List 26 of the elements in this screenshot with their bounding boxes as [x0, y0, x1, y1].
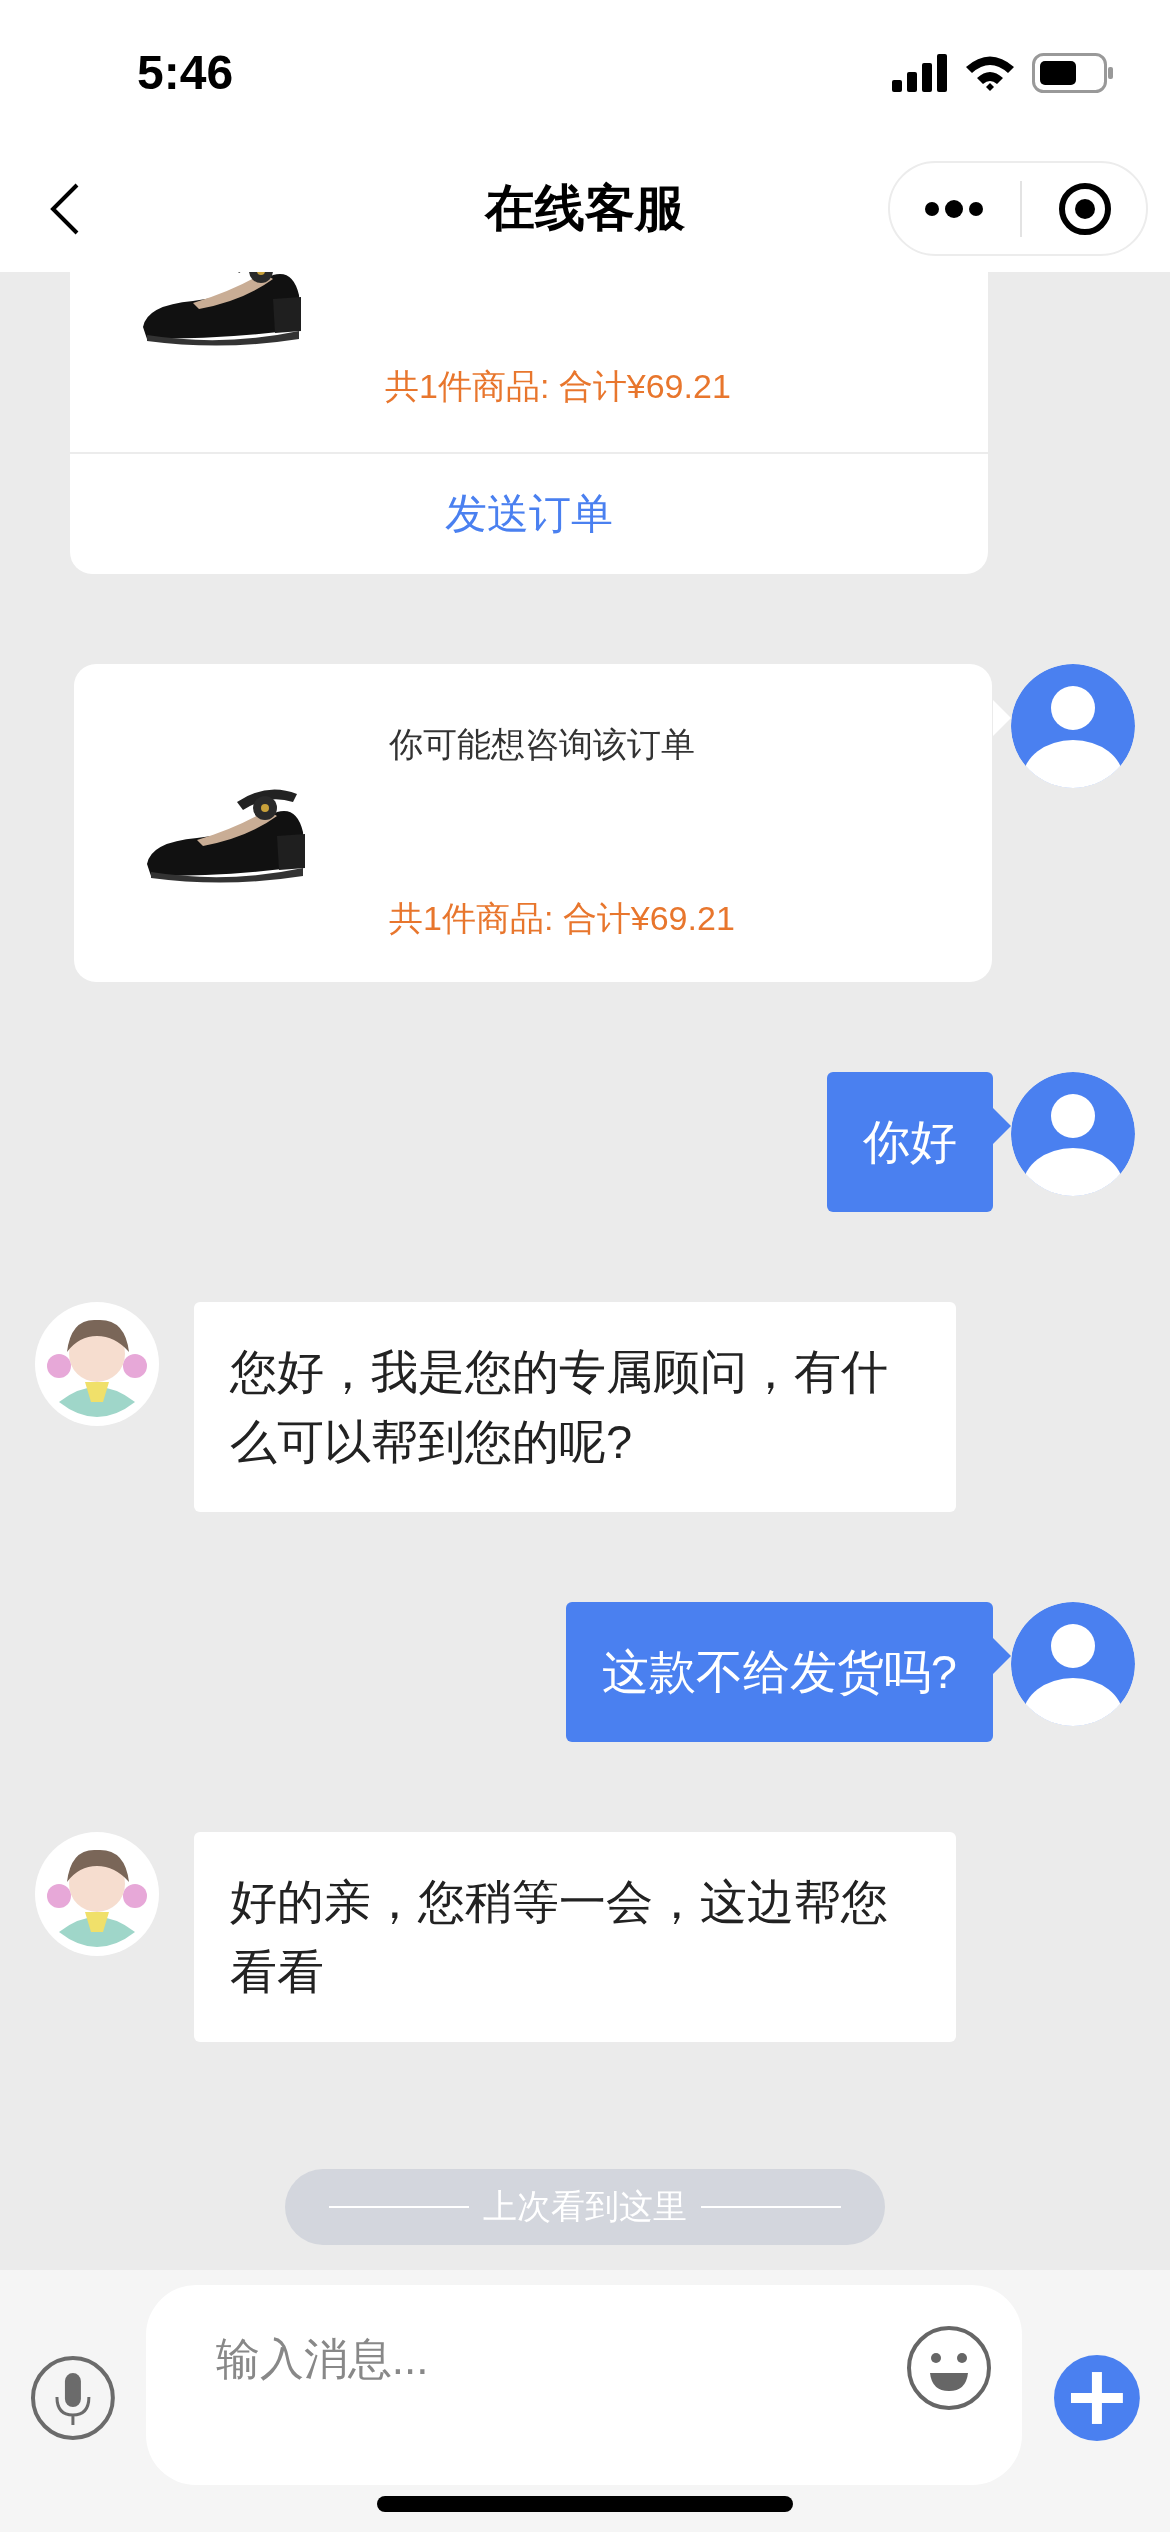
back-icon[interactable]: [50, 182, 80, 235]
avatar-icon[interactable]: [1011, 1072, 1135, 1196]
avatar-icon[interactable]: [1011, 664, 1135, 788]
add-icon[interactable]: [1054, 2355, 1140, 2441]
more-icon[interactable]: [924, 198, 984, 219]
bubble-tail: [993, 1108, 1011, 1144]
send-order-button[interactable]: 发送订单: [70, 452, 988, 574]
message-bubble: 这款不给发货吗?: [565, 1602, 993, 1742]
message-bubble: 您好，我是您的专属顾问，有什么可以帮到您的呢?: [194, 1302, 956, 1512]
avatar-icon[interactable]: [1011, 1602, 1135, 1726]
order-total: 共1件商品: 合计¥69.21: [389, 898, 736, 939]
target-icon[interactable]: [1058, 181, 1112, 236]
emoji-icon[interactable]: [906, 2325, 993, 2411]
microphone-icon[interactable]: [30, 2355, 116, 2441]
status-time: 5:46: [137, 45, 234, 100]
bubble-tail: [993, 1638, 1011, 1674]
battery-icon: [1032, 52, 1114, 93]
avatar-icon[interactable]: [35, 1302, 159, 1426]
signal-icon: [892, 53, 948, 92]
avatar-icon[interactable]: [35, 1832, 159, 1956]
message-bubble: 你好: [827, 1072, 993, 1212]
message-bubble: 好的亲，您稍等一会，这边帮您看看: [194, 1832, 956, 2042]
page-title: 在线客服: [485, 179, 685, 238]
order-total: 共1件商品: 合计¥69.21: [385, 366, 732, 407]
message-input[interactable]: 输入消息...: [145, 2285, 1023, 2485]
order-prompt: 你可能想咨询该订单: [389, 724, 696, 765]
